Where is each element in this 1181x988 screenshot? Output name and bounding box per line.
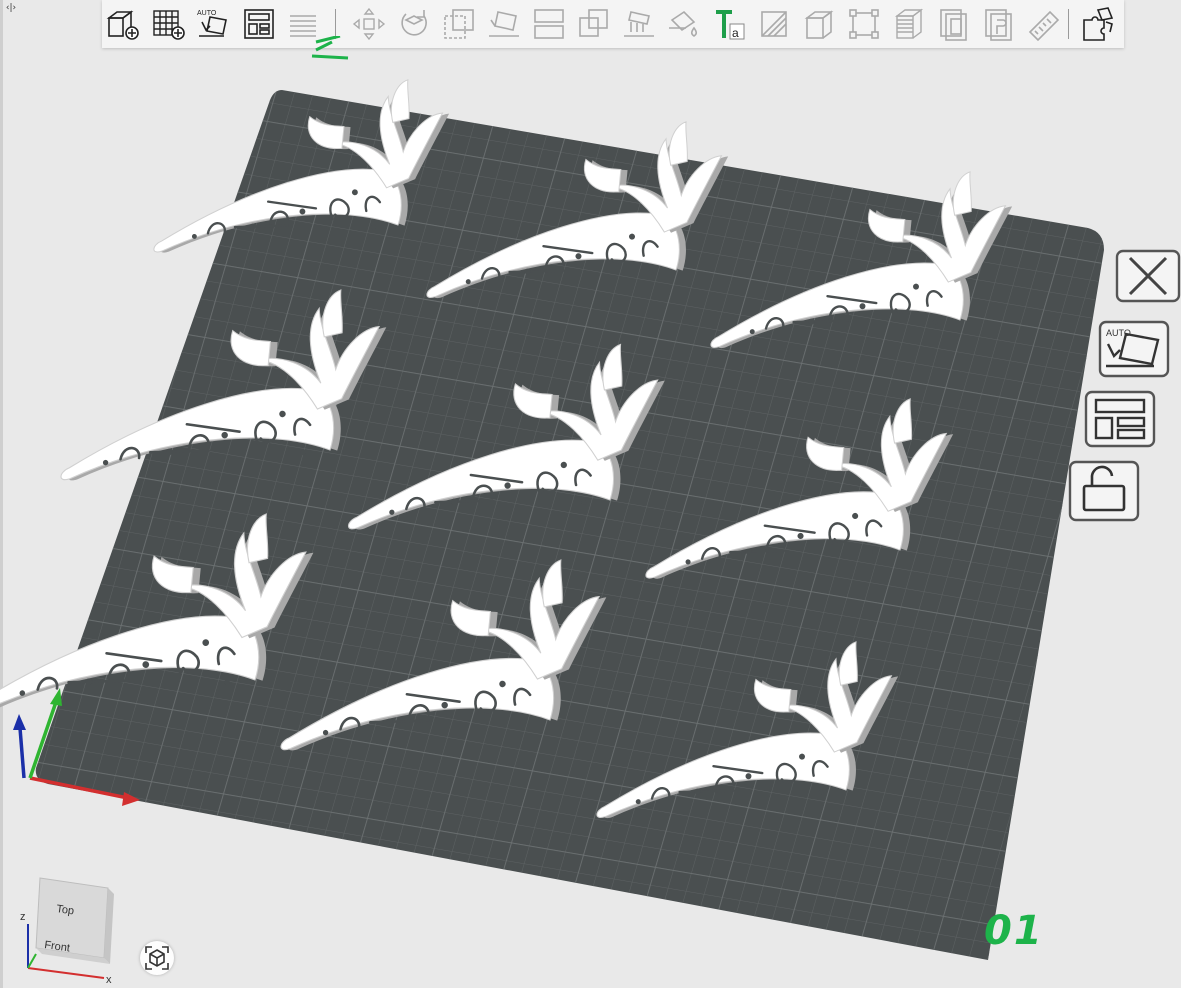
- close-button[interactable]: [1114, 248, 1181, 304]
- arrange-icon: [1084, 390, 1156, 448]
- unlock-icon: [1068, 460, 1140, 522]
- plate-number-label: 01: [984, 908, 1044, 954]
- arrange-button[interactable]: [1082, 388, 1158, 450]
- view-cube[interactable]: Top Front z x: [12, 872, 122, 986]
- build-plate-viewport[interactable]: [0, 0, 1181, 988]
- lock-toggle-button[interactable]: [1066, 458, 1142, 524]
- close-icon: [1115, 249, 1181, 303]
- reset-view-icon: [145, 946, 169, 970]
- reset-camera-button[interactable]: [140, 941, 174, 975]
- auto-orient-icon: AUTO: [1098, 320, 1170, 378]
- axis-z-label: z: [20, 911, 26, 923]
- auto-orient-button[interactable]: AUTO: [1096, 318, 1172, 380]
- axis-x-label: x: [106, 974, 112, 986]
- view-cube-top-label[interactable]: Top: [56, 903, 75, 917]
